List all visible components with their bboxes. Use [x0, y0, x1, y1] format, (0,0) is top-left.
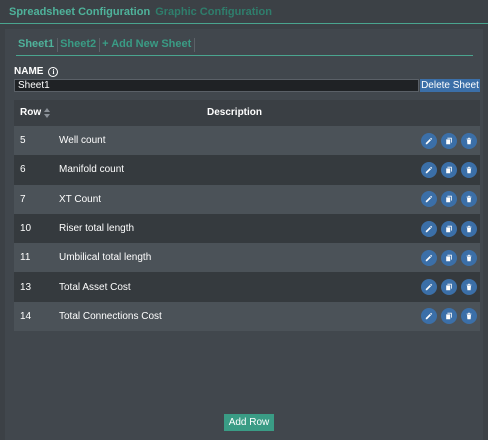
pencil-icon [425, 283, 433, 291]
table-row: 11 Umbilical total length [14, 243, 480, 273]
table-row: 6 Manifold count [14, 155, 480, 185]
row-number: 5 [20, 135, 26, 147]
row-number: 14 [20, 310, 32, 322]
column-header-row-label: Row [20, 107, 42, 118]
trash-icon [465, 283, 473, 291]
duplicate-button[interactable] [441, 191, 457, 208]
duplicate-button[interactable] [441, 220, 457, 237]
edit-button[interactable] [421, 191, 437, 208]
copy-icon [445, 254, 453, 262]
edit-button[interactable] [421, 249, 437, 266]
tab-graphic-configuration[interactable]: Graphic Configuration [155, 6, 272, 18]
table-body: 5 Well count 6 Manifold count 7 XT Count 10 Ris… [14, 126, 480, 332]
table-row: 7 XT Count [14, 184, 480, 214]
row-number: 7 [20, 193, 26, 205]
trash-icon [465, 195, 473, 203]
duplicate-button[interactable] [441, 132, 457, 149]
row-actions [417, 185, 477, 214]
pencil-icon [425, 225, 433, 233]
name-label: NAME i [14, 66, 59, 77]
row-actions [417, 302, 477, 331]
row-description: Well count [59, 135, 106, 147]
trash-icon [465, 166, 473, 174]
row-actions [417, 214, 477, 243]
row-actions [417, 126, 477, 155]
top-tab-bar: Spreadsheet Configuration Graphic Config… [0, 0, 488, 24]
duplicate-button[interactable] [441, 308, 457, 325]
column-header-description: Description [207, 107, 263, 118]
trash-icon [465, 225, 473, 233]
row-actions [417, 155, 477, 184]
name-label-text: NAME [14, 66, 44, 77]
sheet-name-input[interactable] [14, 79, 419, 92]
row-description: Total Connections Cost [59, 310, 162, 322]
pencil-icon [425, 195, 433, 203]
pencil-icon [425, 312, 433, 320]
edit-button[interactable] [421, 161, 437, 178]
add-row-button[interactable]: Add Row [224, 414, 274, 431]
delete-sheet-button[interactable]: Delete Sheet [420, 79, 480, 92]
row-number: 11 [20, 252, 31, 264]
column-header-row[interactable]: Row [20, 100, 51, 126]
pencil-icon [425, 254, 433, 262]
table-row: 10 Riser total length [14, 213, 480, 244]
row-description: Riser total length [59, 223, 135, 235]
row-description: Total Asset Cost [59, 281, 131, 293]
spreadsheet-panel: Sheet1 Sheet2 + Add New Sheet NAME i Del… [5, 29, 483, 440]
row-description: Manifold count [59, 164, 125, 176]
trash-icon [465, 312, 473, 320]
row-description: XT Count [59, 193, 102, 205]
pencil-icon [425, 166, 433, 174]
tab-sheet2[interactable]: Sheet2 [58, 38, 101, 52]
delete-row-button[interactable] [461, 132, 477, 149]
edit-button[interactable] [421, 132, 437, 149]
copy-icon [445, 166, 453, 174]
tab-spreadsheet-configuration[interactable]: Spreadsheet Configuration [9, 6, 150, 18]
row-description: Umbilical total length [59, 252, 152, 264]
edit-button[interactable] [421, 220, 437, 237]
row-number: 13 [20, 281, 32, 293]
edit-button[interactable] [421, 279, 437, 296]
delete-row-button[interactable] [461, 220, 477, 237]
add-new-sheet-tab[interactable]: + Add New Sheet [100, 38, 196, 52]
copy-icon [445, 137, 453, 145]
sheet-tab-bar: Sheet1 Sheet2 + Add New Sheet [16, 38, 473, 56]
info-icon[interactable]: i [48, 66, 59, 77]
row-actions [417, 272, 477, 301]
edit-button[interactable] [421, 308, 437, 325]
copy-icon [445, 195, 453, 203]
delete-row-button[interactable] [461, 279, 477, 296]
copy-icon [445, 312, 453, 320]
delete-row-button[interactable] [461, 161, 477, 178]
sort-icon[interactable] [44, 108, 51, 118]
row-number: 10 [20, 223, 32, 235]
table-row: 13 Total Asset Cost [14, 272, 480, 302]
row-actions [417, 243, 477, 272]
table-header: Row Description [14, 100, 480, 126]
copy-icon [445, 283, 453, 291]
delete-row-button[interactable] [461, 249, 477, 266]
duplicate-button[interactable] [441, 279, 457, 296]
duplicate-button[interactable] [441, 161, 457, 178]
table-row: 5 Well count [14, 126, 480, 156]
pencil-icon [425, 137, 433, 145]
copy-icon [445, 225, 453, 233]
row-number: 6 [20, 164, 26, 176]
trash-icon [465, 254, 473, 262]
trash-icon [465, 137, 473, 145]
tab-sheet1[interactable]: Sheet1 [16, 38, 59, 52]
duplicate-button[interactable] [441, 249, 457, 266]
delete-row-button[interactable] [461, 191, 477, 208]
delete-row-button[interactable] [461, 308, 477, 325]
table-row: 14 Total Connections Cost [14, 301, 480, 332]
